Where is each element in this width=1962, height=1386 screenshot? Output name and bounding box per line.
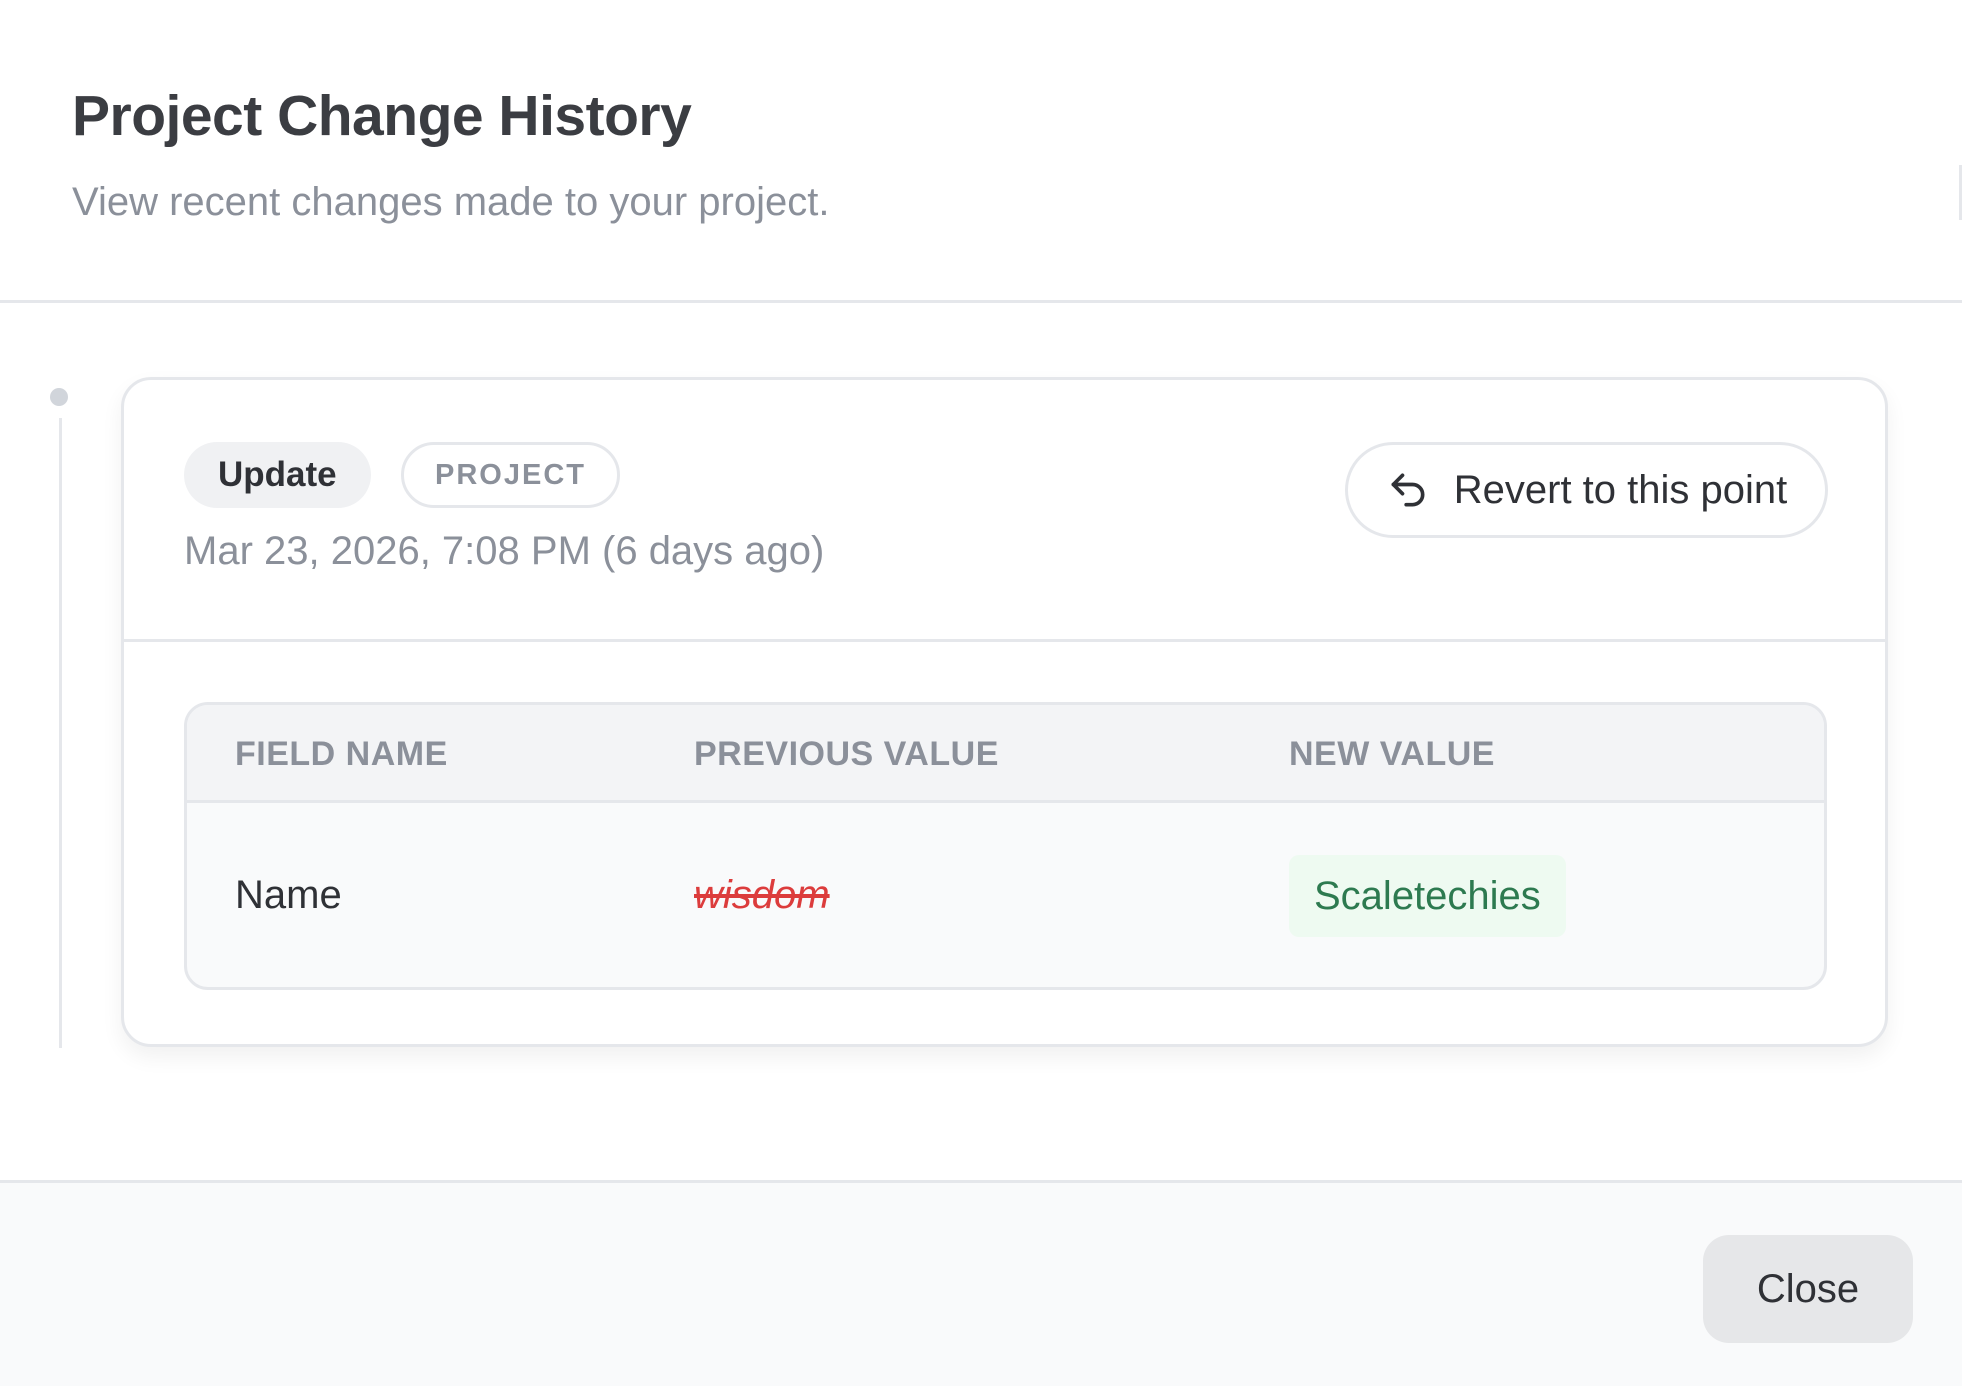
dialog-header: Project Change History View recent chang… — [0, 0, 1962, 303]
change-history-dialog: Project Change History View recent chang… — [0, 0, 1962, 1386]
new-value-cell: Scaletechies — [1289, 855, 1566, 937]
changes-table: FIELD NAME PREVIOUS VALUE NEW VALUE Name… — [184, 702, 1827, 990]
dialog-title: Project Change History — [72, 84, 692, 148]
dialog-subtitle: View recent changes made to your project… — [72, 180, 830, 224]
field-name-cell: Name — [235, 873, 342, 917]
revert-button-label: Revert to this point — [1453, 467, 1788, 512]
timeline-line — [59, 418, 62, 1048]
table-row: Name wisdom Scaletechies — [187, 803, 1824, 987]
history-entry-card: Update PROJECT Mar 23, 2026, 7:08 PM (6 … — [121, 377, 1888, 1047]
close-button[interactable]: Close — [1703, 1235, 1913, 1343]
previous-value-cell: wisdom — [694, 873, 830, 917]
column-header-previous-value: PREVIOUS VALUE — [694, 735, 999, 773]
history-entry-header: Update PROJECT Mar 23, 2026, 7:08 PM (6 … — [124, 380, 1885, 642]
dialog-footer: Close — [0, 1180, 1962, 1386]
column-header-new-value: NEW VALUE — [1289, 735, 1495, 773]
table-header: FIELD NAME PREVIOUS VALUE NEW VALUE — [187, 705, 1824, 803]
undo-icon — [1386, 468, 1430, 512]
entry-timestamp: Mar 23, 2026, 7:08 PM (6 days ago) — [184, 529, 825, 573]
entity-badge: PROJECT — [401, 442, 620, 508]
action-badge: Update — [184, 442, 371, 508]
revert-button[interactable]: Revert to this point — [1345, 442, 1828, 538]
column-header-field-name: FIELD NAME — [235, 735, 448, 773]
timeline-dot — [50, 388, 68, 406]
